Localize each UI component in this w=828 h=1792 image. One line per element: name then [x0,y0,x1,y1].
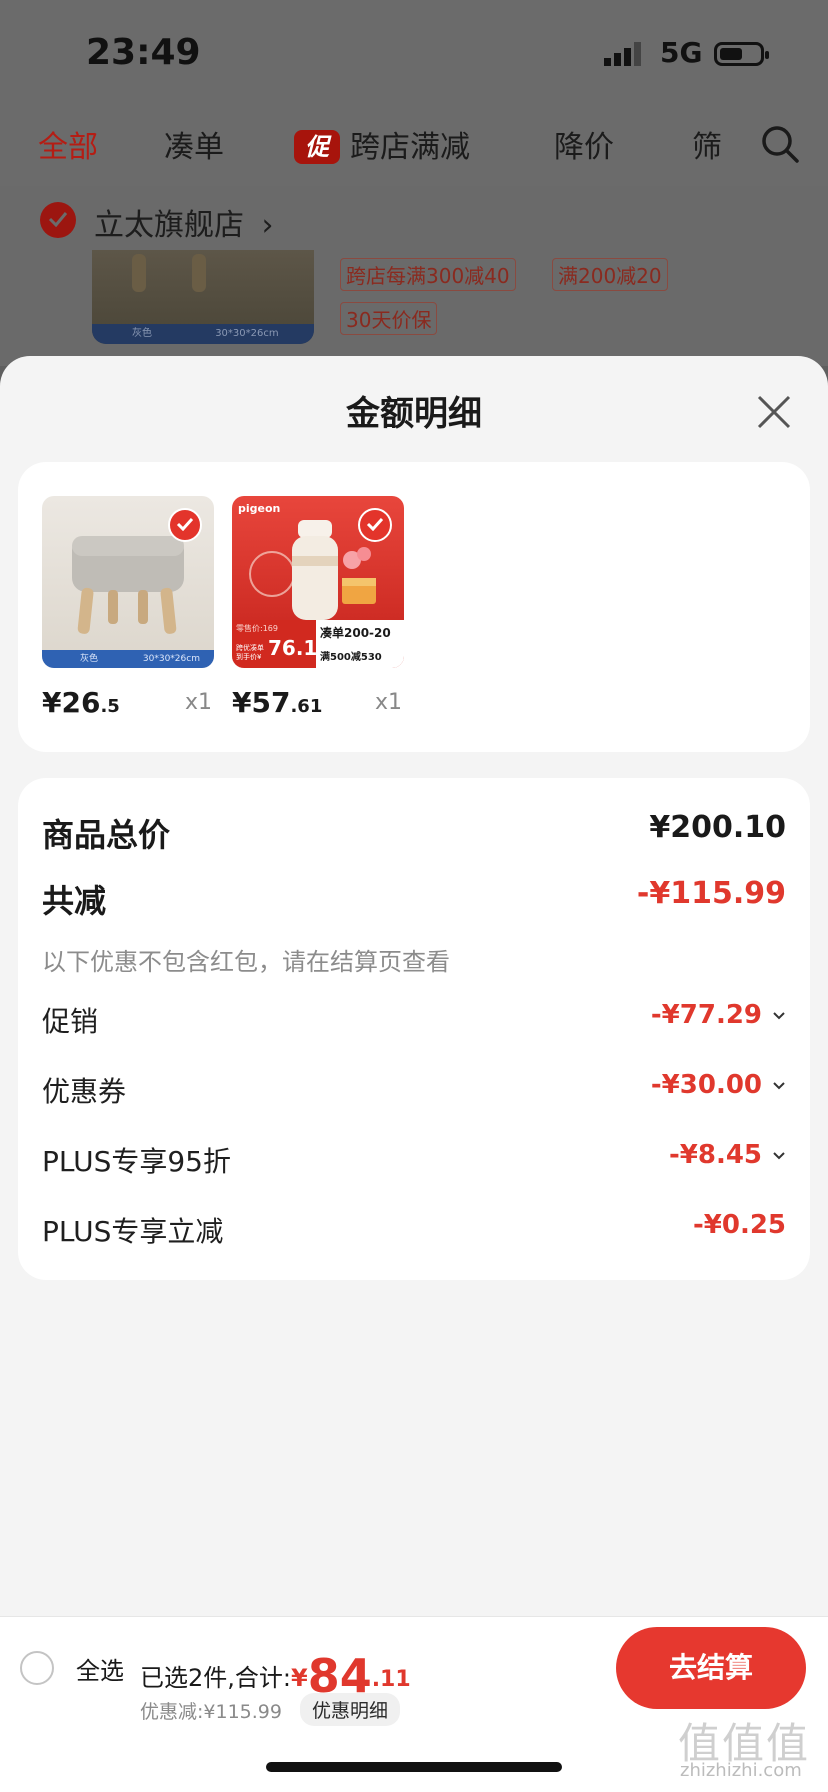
check-icon [366,517,384,531]
filter-tabs: 全部 凑单 促跨店满减 降价 筛 [0,108,828,186]
status-bar: 23:49 5G [0,0,828,108]
select-all-radio[interactable] [20,1651,54,1685]
plus-discount-value: -¥8.45 [669,1140,786,1170]
bg-strip-right: 30*30*26cm [215,328,279,339]
price-breakdown-card: 商品总价 ¥200.10 共减 -¥115.99 以下优惠不包含红包，请在结算页… [18,778,810,1280]
promo-label: 促销 [42,1005,99,1038]
promo-amount: -¥77.29 [650,1000,762,1030]
banner-promo: 凑单200-20 [320,626,391,640]
banner-price: 76.1 [268,636,318,660]
price-dec: .5 [100,696,120,717]
product-strip-left: 灰色 [80,654,99,664]
chevron-right-icon: › [261,208,274,243]
price-int: ¥26 [42,686,101,719]
product-strip-right: 30*30*26cm [142,654,200,664]
total-dec: .11 [371,1667,411,1692]
coupon-value: -¥30.00 [651,1070,786,1100]
total-currency: ¥ [290,1664,308,1692]
price-prefix: 跨优凑单 到手价¥ [236,644,264,661]
plus-reduce-value: -¥0.25 [692,1210,786,1240]
network-label: 5G [660,36,703,69]
saved-amount: 优惠减:¥115.99 [140,1701,282,1723]
discount-note: 以下优惠不包含红包，请在结算页查看 [42,948,450,976]
select-all-label[interactable]: 全选 [76,1651,124,1686]
tab-all[interactable]: 全部 [38,122,98,166]
product-price: ¥57.61 [232,686,322,719]
sheet-title: 金额明细 [346,394,482,434]
selection-summary: 已选2件,合计:¥84.11 [140,1643,411,1703]
price-banner-left: 零售价:169 跨优凑单 到手价¥ 76.1 [232,620,318,668]
plus-reduce-label: PLUS专享立减 [42,1215,224,1248]
discount-value: -¥115.99 [636,876,786,911]
tab-combine[interactable]: 凑单 [164,122,224,166]
plus-discount-amount: -¥8.45 [668,1140,762,1170]
chevron-down-icon[interactable] [772,1081,786,1091]
total-value: ¥200.10 [649,810,786,845]
coupon-amount: -¥30.00 [650,1070,762,1100]
store-checkbox[interactable] [40,202,76,238]
price-banner: 零售价:169 跨优凑单 到手价¥ 76.1 凑单200-20 满500减530 [232,620,404,668]
bg-product-strip: 灰色 30*30*26cm [92,324,314,344]
product-image: 灰色 30*30*26cm [42,496,214,668]
product-qty: x1 [374,690,402,715]
battery-icon [714,42,769,66]
discount-label: 共减 [42,882,107,920]
signal-icon [604,42,641,66]
promo-badge: 促 [294,129,340,164]
amount-detail-sheet: 金额明细 灰色 30*30*26cm ¥26.5 x1 pigeon 零售价:1… [0,356,828,1616]
bg-product-image[interactable]: 灰色 30*30*26cm [92,250,314,344]
close-icon[interactable] [756,394,792,430]
retail-price: 零售价:169 [236,624,278,633]
tab-cross-store-label: 跨店满减 [350,130,470,165]
tab-filter[interactable]: 筛 [692,122,722,166]
price-dec: .61 [290,696,323,717]
promo-value: -¥77.29 [651,1000,786,1030]
promo-tag: 跨店每满300减40 [340,258,516,291]
bg-strip-left: 灰色 [132,328,152,339]
chevron-down-icon[interactable] [772,1151,786,1161]
status-time: 23:49 [86,32,201,73]
home-indicator[interactable] [266,1762,562,1772]
product-image: pigeon 零售价:169 跨优凑单 到手价¥ 76.1 凑单200-20 满… [232,496,404,668]
product-qty: x1 [184,690,212,715]
summary-prefix: 已选2件,合计: [140,1664,291,1692]
tab-price-drop[interactable]: 降价 [554,122,614,166]
product-checkbox[interactable] [358,508,392,542]
product-strip: 灰色 30*30*26cm [42,650,214,668]
banner-promo2: 满500减530 [320,652,382,663]
price-int: ¥57 [232,686,291,719]
tab-cross-store[interactable]: 促跨店满减 [294,122,470,166]
checkout-button[interactable]: 去结算 [616,1627,806,1709]
product-price: ¥26.5 [42,686,120,719]
total-label: 商品总价 [42,816,171,854]
checkout-bar-top: 全选 已选2件,合计:¥84.11 优惠减:¥115.99 优惠明细 去结算 [0,1616,828,1726]
store-name[interactable]: 立太旗舰店 › [94,200,274,244]
product-card: 灰色 30*30*26cm ¥26.5 x1 pigeon 零售价:169 跨优… [18,462,810,752]
store-name-label: 立太旗舰店 [94,208,244,243]
check-icon [48,212,68,227]
chevron-down-icon[interactable] [772,1011,786,1021]
plus-discount-label: PLUS专享95折 [42,1145,231,1178]
search-icon[interactable] [760,124,800,164]
product-item[interactable]: 灰色 30*30*26cm ¥26.5 x1 [42,496,214,719]
price-protect-tag: 30天价保 [340,302,438,335]
discount-detail-button[interactable]: 优惠明细 [300,1693,401,1726]
watermark-url: zhizhizhi.com [680,1760,802,1781]
product-item[interactable]: pigeon 零售价:169 跨优凑单 到手价¥ 76.1 凑单200-20 满… [232,496,404,719]
coupon-label: 优惠券 [42,1075,127,1108]
product-checkbox[interactable] [168,508,202,542]
promo-tag: 满200减20 [552,258,668,291]
check-icon [176,517,194,531]
